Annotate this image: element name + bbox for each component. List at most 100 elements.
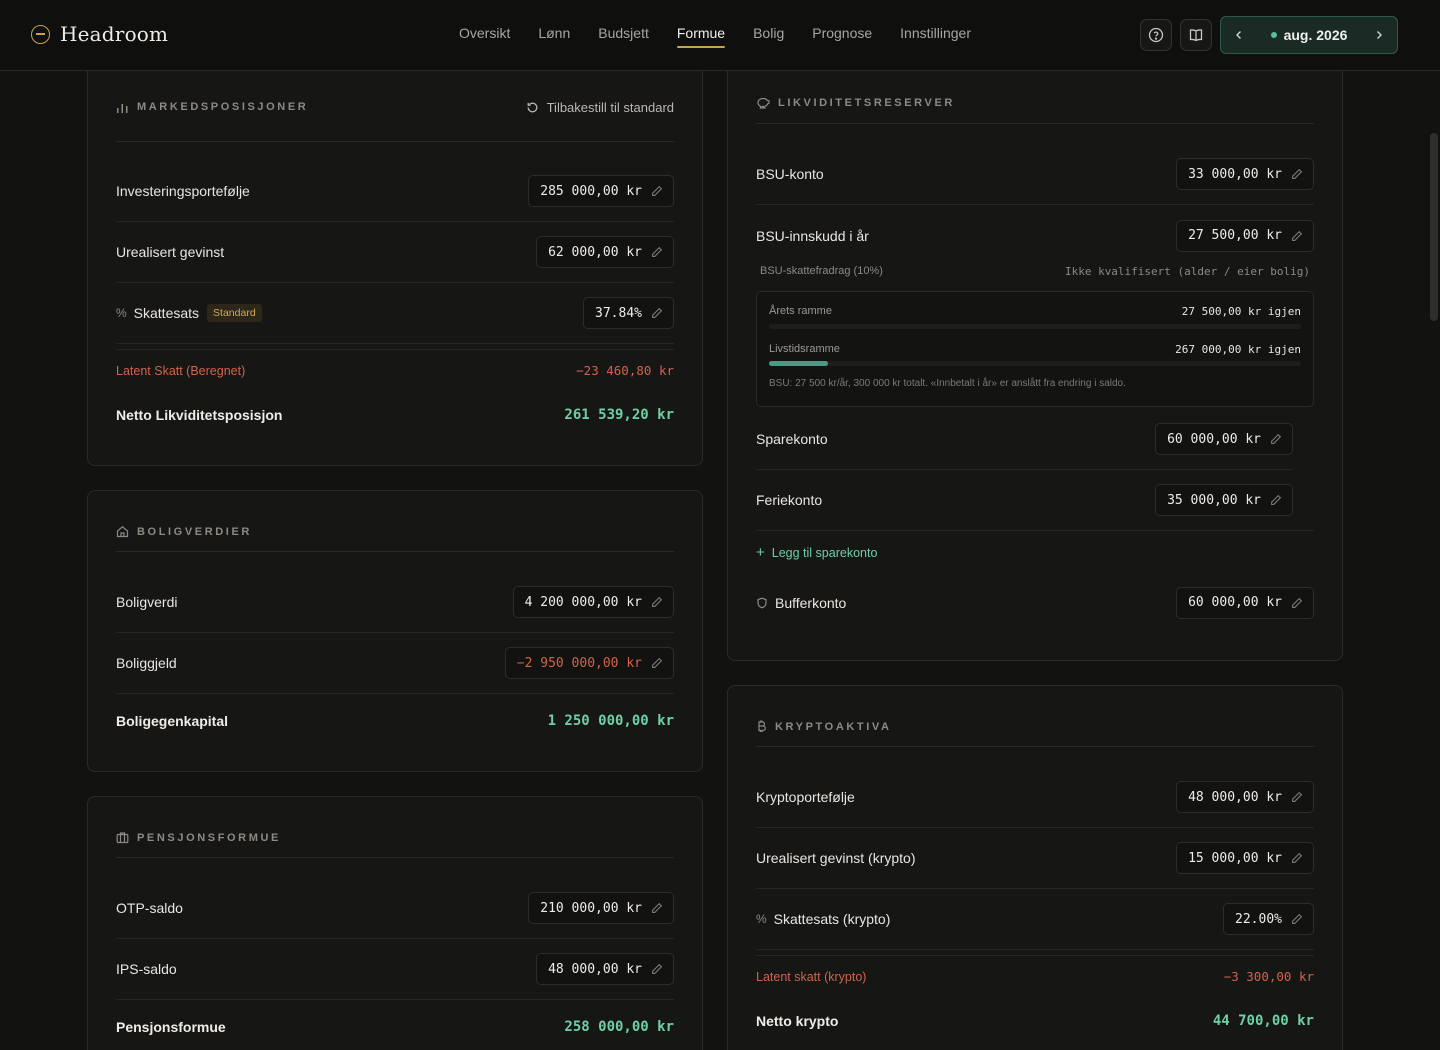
annual-limit-bar <box>769 324 1301 329</box>
pencil-icon <box>1292 230 1303 241</box>
net-liquidity-row: Netto Likviditetsposisjon 261 539,20 kr <box>116 407 674 423</box>
annual-limit-line: Årets ramme 27 500,00 kr igjen <box>769 305 1301 318</box>
pencil-icon <box>1292 913 1303 924</box>
value: 210 000,00 kr <box>540 900 642 916</box>
divider <box>756 955 1314 956</box>
lifetime-limit-bar <box>769 361 1301 366</box>
row-ips-balance: IPS-saldo 48 000,00 kr <box>116 939 674 1000</box>
add-savings-account-button[interactable]: + Legg til sparekonto <box>756 544 877 561</box>
row-label: Bufferkonto <box>775 594 847 611</box>
holiday-account-input[interactable]: 35 000,00 kr <box>1155 484 1293 516</box>
otp-balance-input[interactable]: 210 000,00 kr <box>528 892 674 924</box>
lifetime-limit-line: Livstidsramme 267 000,00 kr igjen <box>769 343 1301 356</box>
crypto-assets-card: KRYPTOAKTIVA Kryptoportefølje 48 000,00 … <box>727 685 1343 1050</box>
tax-rate-input[interactable]: 37.84% <box>583 297 674 329</box>
house-icon <box>116 526 129 538</box>
unrealized-gain-input[interactable]: 62 000,00 kr <box>536 236 674 268</box>
page-scrollbar[interactable] <box>1428 71 1440 1050</box>
bsu-account-input[interactable]: 33 000,00 kr <box>1176 158 1314 190</box>
reset-to-default-button[interactable]: Tilbakestill til standard <box>526 100 674 115</box>
row-label: IPS-saldo <box>116 961 177 977</box>
guide-button[interactable] <box>1180 19 1212 51</box>
pencil-icon <box>1292 168 1303 179</box>
value: 60 000,00 kr <box>1167 431 1261 447</box>
nav-prognose[interactable]: Prognose <box>812 0 872 70</box>
divider <box>116 349 674 350</box>
value: 15 000,00 kr <box>1188 850 1282 866</box>
card-title: KRYPTOAKTIVA <box>775 720 892 733</box>
home-equity-label: Boligegenkapital <box>116 713 229 729</box>
logo-icon <box>31 24 50 44</box>
row-crypto-tax-rate: % Skattesats (krypto) 22.00% <box>756 889 1314 950</box>
lifetime-limit-label: Livstidsramme <box>769 343 840 355</box>
nav-formue[interactable]: Formue <box>676 0 726 70</box>
lifetime-limit-value: 267 000,00 kr igjen <box>1175 343 1301 356</box>
row-otp-balance: OTP-saldo 210 000,00 kr <box>116 878 674 939</box>
bitcoin-icon <box>758 720 766 732</box>
annual-limit-value: 27 500,00 kr igjen <box>1181 305 1301 318</box>
home-debt-input[interactable]: −2 950 000,00 kr <box>504 647 674 679</box>
investment-portfolio-input[interactable]: 285 000,00 kr <box>528 175 674 207</box>
crypto-unrealized-gain-input[interactable]: 15 000,00 kr <box>1176 842 1314 874</box>
nav-bolig[interactable]: Bolig <box>753 0 784 70</box>
row-bsu-account: BSU-konto 33 000,00 kr <box>756 144 1314 205</box>
buffer-account-input[interactable]: 60 000,00 kr <box>1176 586 1314 619</box>
pencil-icon <box>652 185 663 196</box>
month-label: aug. 2026 <box>1283 27 1348 43</box>
market-positions-card: MARKEDSPOSISJONER Tilbakestill til stand… <box>87 40 703 466</box>
month-selector: aug. 2026 <box>1220 16 1398 54</box>
savings-account-input[interactable]: 60 000,00 kr <box>1155 423 1293 455</box>
row-label: Sparekonto <box>756 431 828 447</box>
chevron-right-icon <box>1377 31 1382 39</box>
net-liquidity-value: 261 539,20 kr <box>564 407 674 423</box>
pencil-icon <box>1292 852 1303 863</box>
current-month[interactable]: aug. 2026 <box>1257 27 1361 43</box>
value: 33 000,00 kr <box>1188 166 1282 182</box>
ips-balance-input[interactable]: 48 000,00 kr <box>536 953 674 985</box>
nav-lonn[interactable]: Lønn <box>538 0 570 70</box>
net-crypto-row: Netto krypto 44 700,00 kr <box>756 1013 1314 1029</box>
status-dot <box>1270 32 1277 38</box>
reset-icon <box>527 102 538 112</box>
next-month-button[interactable] <box>1361 17 1397 53</box>
app-logo[interactable]: Headroom <box>31 22 168 46</box>
annual-limit-label: Årets ramme <box>769 305 832 317</box>
bsu-deduction-line: BSU-skattefradrag (10%) Ikke kvalifisert… <box>760 265 1310 278</box>
card-header: PENSJONSFORMUE <box>116 826 674 858</box>
row-unrealized-gain: Urealisert gevinst 62 000,00 kr <box>116 222 674 283</box>
card-title: PENSJONSFORMUE <box>137 831 281 844</box>
crypto-portfolio-input[interactable]: 48 000,00 kr <box>1176 781 1314 813</box>
crypto-tax-rate-input[interactable]: 22.00% <box>1223 903 1314 935</box>
help-button[interactable] <box>1140 19 1172 51</box>
percent-icon: % <box>116 306 127 320</box>
piggy-bank-icon <box>757 97 770 109</box>
bsu-deposit-input[interactable]: 27 500,00 kr <box>1176 219 1314 252</box>
latent-tax-row: Latent Skatt (Beregnet) −23 460,80 kr <box>116 363 674 378</box>
main-nav: Oversikt Lønn Budsjett Formue Bolig Prog… <box>459 0 999 70</box>
pencil-icon <box>1271 494 1282 505</box>
row-label: Urealisert gevinst <box>116 244 225 260</box>
value: 22.00% <box>1235 911 1282 927</box>
pencil-icon <box>1292 597 1303 608</box>
pension-total-value: 258 000,00 kr <box>564 1019 674 1035</box>
nav-oversikt[interactable]: Oversikt <box>459 0 510 70</box>
plus-icon: + <box>756 544 765 561</box>
pencil-icon <box>652 657 663 668</box>
prev-month-button[interactable] <box>1221 17 1257 53</box>
row-label-wrap: % Skattesats (krypto) <box>756 911 890 927</box>
row-label: BSU-konto <box>756 166 824 182</box>
nav-budsjett[interactable]: Budsjett <box>598 0 649 70</box>
pencil-icon <box>652 963 663 974</box>
home-value-input[interactable]: 4 200 000,00 kr <box>512 586 674 618</box>
scrollbar-thumb[interactable] <box>1430 133 1438 321</box>
nav-innstillinger[interactable]: Innstillinger <box>900 0 971 70</box>
row-home-debt: Boliggjeld −2 950 000,00 kr <box>116 633 674 694</box>
bsu-note: BSU: 27 500 kr/år, 300 000 kr totalt. «I… <box>769 378 1126 389</box>
row-label: Urealisert gevinst (krypto) <box>756 850 916 866</box>
row-bsu-deposit-year: BSU-innskudd i år 27 500,00 kr <box>756 205 1314 266</box>
pension-total-label: Pensjonsformue <box>116 1019 226 1035</box>
card-title: LIKVIDITETSRESERVER <box>778 96 955 109</box>
pencil-icon <box>652 246 663 257</box>
pencil-icon <box>652 307 663 318</box>
row-label: Kryptoportefølje <box>756 789 855 805</box>
